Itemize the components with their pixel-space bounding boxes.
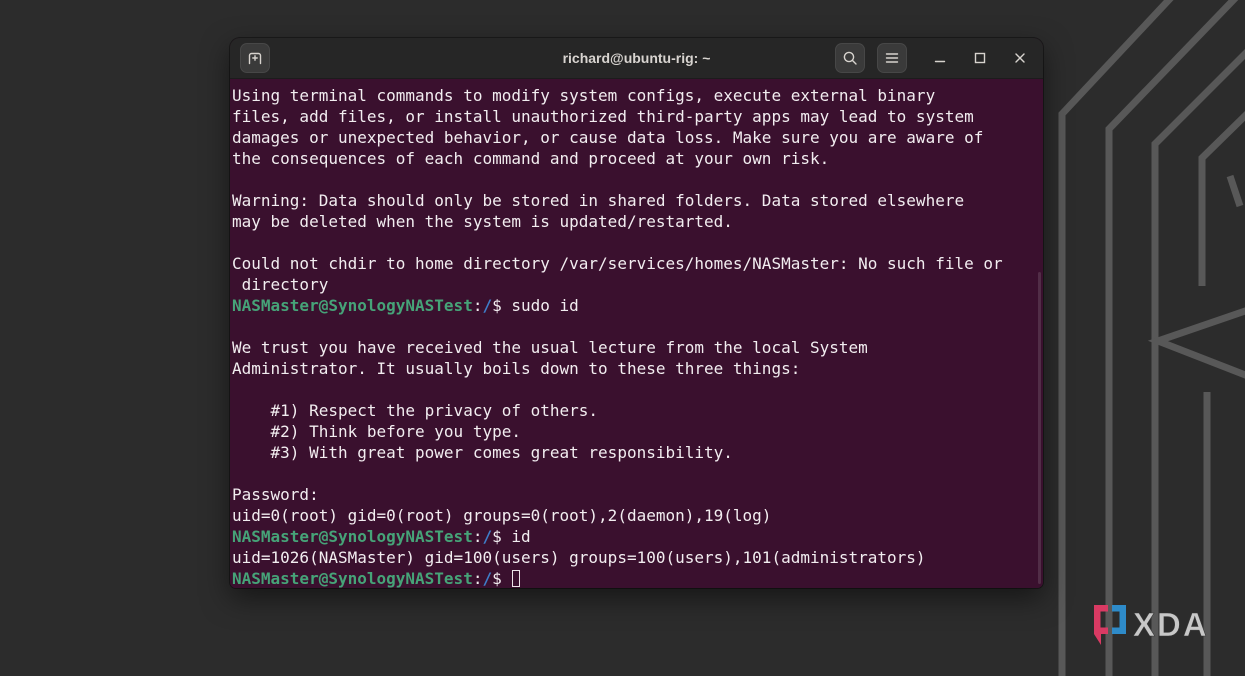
bracket-bubble-outline [1202, 110, 1245, 286]
terminal-line: the consequences of each command and pro… [232, 148, 1043, 169]
terminal-line: #2) Think before you type. [232, 421, 1043, 442]
terminal-line: #3) With great power comes great respons… [232, 442, 1043, 463]
terminal-text-segment: / [482, 296, 492, 315]
terminal-text-segment: $ sudo id [492, 296, 579, 315]
terminal-line: NASMaster@SynologyNASTest:/$ id [232, 526, 1043, 547]
chevron-line-3 [1155, 47, 1245, 676]
terminal-cursor [512, 570, 520, 587]
menu-button[interactable] [877, 43, 907, 73]
terminal-text-segment: Warning: Data should only be stored in s… [232, 191, 964, 210]
terminal-line: Warning: Data should only be stored in s… [232, 190, 1043, 211]
terminal-text-segment: #2) Think before you type. [232, 422, 521, 441]
hamburger-menu-icon [883, 49, 901, 67]
xda-right-bracket-icon [1112, 605, 1126, 634]
search-icon [841, 49, 859, 67]
window-title: richard@ubuntu-rig: ~ [230, 50, 1043, 66]
terminal-line: #1) Respect the privacy of others. [232, 400, 1043, 421]
terminal-text-segment: / [482, 527, 492, 546]
new-tab-button[interactable] [240, 43, 270, 73]
terminal-text-segment: #3) With great power comes great respons… [232, 443, 733, 462]
minimize-icon [932, 50, 948, 66]
terminal-text-segment: $ id [492, 527, 531, 546]
terminal-text-segment: / [482, 569, 492, 588]
terminal-line [232, 463, 1043, 484]
terminal-text-segment: Using terminal commands to modify system… [232, 86, 935, 105]
terminal-text-segment: damages or unexpected behavior, or cause… [232, 128, 983, 147]
terminal-window: richard@ubuntu-rig: ~ [230, 38, 1043, 588]
terminal-text-segment: uid=1026(NASMaster) gid=100(users) group… [232, 548, 926, 567]
tab-new-icon [246, 49, 264, 67]
titlebar: richard@ubuntu-rig: ~ [230, 38, 1043, 79]
terminal-text-segment: directory [232, 275, 328, 294]
terminal-line [232, 316, 1043, 337]
xda-wordmark: XDA [1133, 606, 1209, 643]
terminal-line: Using terminal commands to modify system… [232, 85, 1043, 106]
terminal-line: damages or unexpected behavior, or cause… [232, 127, 1043, 148]
minimize-button[interactable] [927, 45, 953, 71]
terminal-text-segment: NASMaster@SynologyNASTest [232, 569, 473, 588]
terminal-line: We trust you have received the usual lec… [232, 337, 1043, 358]
xda-logo: XDA [1088, 600, 1220, 652]
terminal-line: directory [232, 274, 1043, 295]
terminal-text-segment: $ [492, 569, 511, 588]
xda-left-bracket-icon [1094, 605, 1108, 645]
terminal-line: uid=1026(NASMaster) gid=100(users) group… [232, 547, 1043, 568]
scrollbar-thumb[interactable] [1038, 272, 1041, 584]
maximize-button[interactable] [967, 45, 993, 71]
terminal-line [232, 169, 1043, 190]
terminal-text-segment: Administrator. It usually boils down to … [232, 359, 800, 378]
terminal-text-segment: files, add files, or install unauthorize… [232, 107, 974, 126]
terminal-line: Administrator. It usually boils down to … [232, 358, 1043, 379]
terminal-line: files, add files, or install unauthorize… [232, 106, 1043, 127]
terminal-text-segment: NASMaster@SynologyNASTest [232, 296, 473, 315]
bracket-inner-tick [1230, 176, 1240, 206]
terminal-line: NASMaster@SynologyNASTest:/$ [232, 568, 1043, 588]
terminal-line [232, 379, 1043, 400]
close-icon [1012, 50, 1028, 66]
search-button[interactable] [835, 43, 865, 73]
terminal-line: Password: [232, 484, 1043, 505]
terminal-text-segment: Could not chdir to home directory /var/s… [232, 254, 1003, 273]
terminal-line: may be deleted when the system is update… [232, 211, 1043, 232]
terminal-text-segment: We trust you have received the usual lec… [232, 338, 868, 357]
terminal-line [232, 232, 1043, 253]
bracket-bubble-tail [1158, 310, 1245, 376]
terminal-line: NASMaster@SynologyNASTest:/$ sudo id [232, 295, 1043, 316]
terminal-output[interactable]: Using terminal commands to modify system… [230, 80, 1043, 588]
maximize-icon [972, 50, 988, 66]
chevron-line-1 [1062, 0, 1180, 676]
desktop-background: XDA richard@ubuntu-rig: ~ [0, 0, 1245, 676]
terminal-text-segment: NASMaster@SynologyNASTest [232, 527, 473, 546]
terminal-text-segment: #1) Respect the privacy of others. [232, 401, 598, 420]
terminal-text-segment: the consequences of each command and pro… [232, 149, 829, 168]
terminal-text-segment: may be deleted when the system is update… [232, 212, 733, 231]
terminal-text-segment: uid=0(root) gid=0(root) groups=0(root),2… [232, 506, 771, 525]
terminal-text-segment: Password: [232, 485, 319, 504]
terminal-line: uid=0(root) gid=0(root) groups=0(root),2… [232, 505, 1043, 526]
chevron-line-2 [1109, 0, 1243, 676]
close-button[interactable] [1007, 45, 1033, 71]
terminal-line: Could not chdir to home directory /var/s… [232, 253, 1043, 274]
